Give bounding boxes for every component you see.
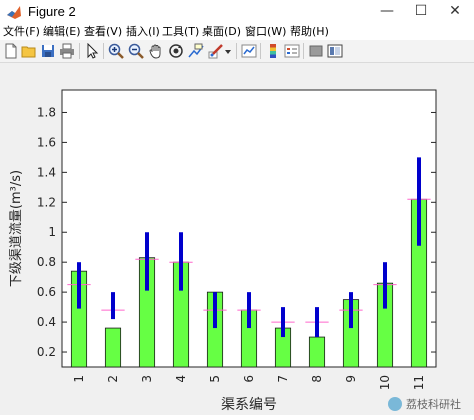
- watermark-text: 荔枝科研社: [406, 397, 461, 411]
- zoom-out-icon[interactable]: [128, 43, 144, 59]
- window-title: Figure 2: [28, 4, 76, 19]
- minimize-button[interactable]: —: [372, 0, 402, 24]
- toolbar-separator: [236, 43, 237, 59]
- pan-hand-icon[interactable]: [148, 43, 164, 59]
- menu-edit[interactable]: 编辑(E): [43, 24, 81, 40]
- bar-chart[interactable]: 0.20.40.60.811.21.41.61.8 1 2 3 4 5 6 7 8 9 10 11 …: [0, 63, 474, 415]
- menu-file[interactable]: 文件(F): [3, 24, 40, 40]
- x-axis-label: 渠系编号: [221, 397, 277, 413]
- data-cursor-icon[interactable]: [188, 43, 204, 59]
- maximize-button[interactable]: ☐: [406, 0, 436, 24]
- y-tick-label: 1.2: [37, 195, 56, 209]
- menu-tools[interactable]: 工具(T): [162, 24, 199, 40]
- y-tick-label: 1.6: [37, 135, 56, 149]
- link-plot-icon[interactable]: [241, 43, 257, 59]
- y-tick-label: 1.8: [37, 105, 56, 119]
- new-figure-icon[interactable]: [3, 43, 19, 59]
- edit-plot-arrow-icon[interactable]: [84, 43, 100, 59]
- x-tick-label: 10: [378, 375, 392, 390]
- x-tick-label: 6: [242, 375, 256, 383]
- print-icon[interactable]: [59, 43, 75, 59]
- show-plot-tools-icon[interactable]: [327, 43, 343, 59]
- figure-toolbar: [0, 40, 474, 63]
- menu-help[interactable]: 帮助(H): [290, 24, 329, 40]
- matlab-app-icon: [7, 6, 21, 19]
- bar[interactable]: [308, 336, 326, 368]
- toolbar-separator: [79, 43, 80, 59]
- open-file-icon[interactable]: [21, 43, 37, 59]
- x-tick-label: 1: [72, 375, 86, 383]
- x-tick-label: 5: [208, 375, 222, 383]
- bar[interactable]: [104, 327, 122, 368]
- toolbar-separator: [260, 43, 261, 59]
- y-tick-label: 0.8: [37, 255, 56, 269]
- menu-view[interactable]: 查看(V): [84, 24, 122, 40]
- close-button[interactable]: ✕: [440, 0, 470, 24]
- toolbar-separator: [103, 43, 104, 59]
- y-tick-label: 0.6: [37, 285, 56, 299]
- save-icon[interactable]: [40, 43, 56, 59]
- title-bar: Figure 2 — ☐ ✕: [0, 0, 474, 24]
- y-tick-label: 0.2: [37, 345, 56, 359]
- watermark-icon: [388, 397, 402, 411]
- y-tick-label: 1: [48, 225, 56, 239]
- toolbar-separator: [303, 43, 304, 59]
- y-tick-label: 0.4: [37, 315, 56, 329]
- zoom-in-icon[interactable]: [108, 43, 124, 59]
- x-tick-label: 9: [344, 375, 358, 383]
- insert-colorbar-icon[interactable]: [265, 43, 281, 59]
- figure-canvas: 0.2 0.4 0.6 0.8 1 1.2 1.4 1.6 1.8 1 2 3 4 5 6 7 8 9 10 11 …: [0, 63, 474, 415]
- menu-window[interactable]: 窗口(W): [245, 24, 286, 40]
- x-tick-label: 8: [310, 375, 324, 383]
- x-tick-label: 7: [276, 375, 290, 383]
- figure-window: Figure 2 — ☐ ✕ 文件(F) 编辑(E) 查看(V) 插入(I) 工…: [0, 0, 474, 415]
- y-axis-label: 下级渠道流量(m³/s): [9, 170, 24, 287]
- watermark: 荔枝科研社: [388, 397, 461, 411]
- brush-icon[interactable]: [208, 43, 224, 59]
- hide-plot-tools-icon[interactable]: [308, 43, 324, 59]
- rotate-3d-icon[interactable]: [168, 43, 184, 59]
- menu-insert[interactable]: 插入(I): [126, 24, 160, 40]
- x-tick-label: 11: [412, 375, 426, 390]
- dropdown-arrow-icon[interactable]: [224, 43, 232, 59]
- menu-bar: 文件(F) 编辑(E) 查看(V) 插入(I) 工具(T) 桌面(D) 窗口(W…: [0, 24, 474, 40]
- y-tick-label: 1.4: [37, 165, 56, 179]
- insert-legend-icon[interactable]: [284, 43, 300, 59]
- x-tick-label: 4: [174, 375, 188, 383]
- x-tick-label: 2: [106, 375, 120, 383]
- menu-desktop[interactable]: 桌面(D): [202, 24, 241, 40]
- x-tick-label: 3: [140, 375, 154, 383]
